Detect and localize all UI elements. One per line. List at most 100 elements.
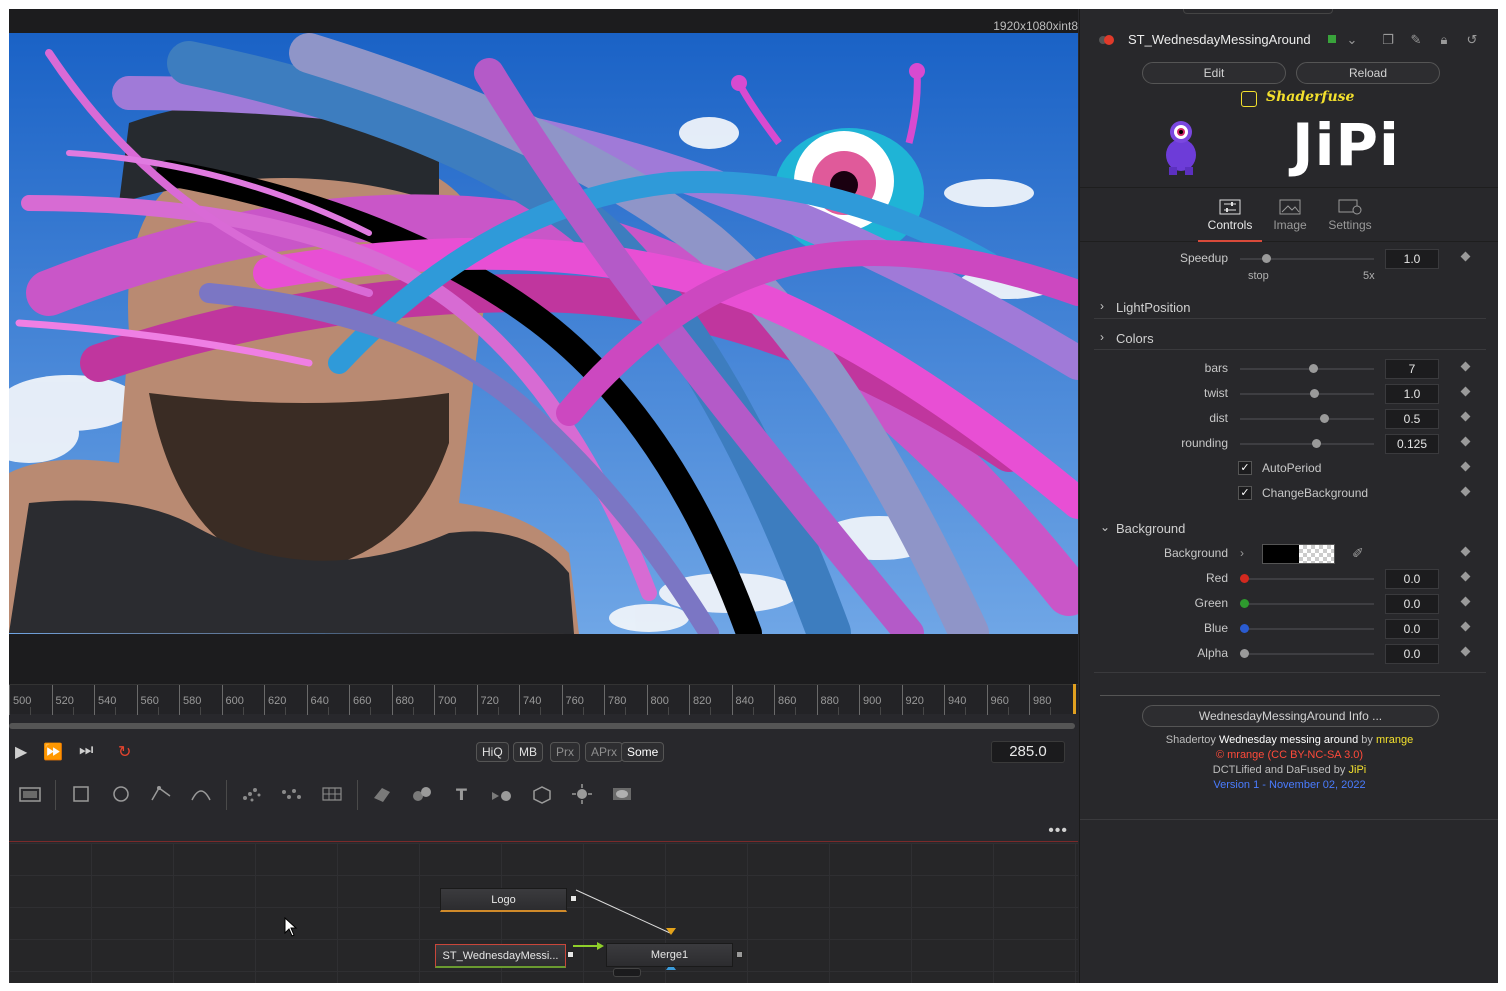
light-icon[interactable] bbox=[569, 782, 595, 806]
jipi-link[interactable]: JiPi bbox=[1349, 764, 1367, 776]
alpha-slider[interactable] bbox=[1240, 649, 1374, 658]
viewer-image[interactable] bbox=[9, 33, 1078, 634]
rounding-value[interactable]: 0.125 bbox=[1385, 434, 1439, 454]
reload-button[interactable]: Reload bbox=[1296, 62, 1440, 84]
red-slider[interactable] bbox=[1240, 574, 1374, 583]
slider-knob[interactable] bbox=[1310, 389, 1319, 398]
motion-blur-toggle[interactable]: MB bbox=[513, 742, 543, 762]
bars-value[interactable]: 7 bbox=[1385, 359, 1439, 379]
tool-enable-toggle[interactable] bbox=[1104, 35, 1114, 45]
node-merge-output[interactable] bbox=[736, 951, 743, 958]
selective-update-toggle[interactable]: Some bbox=[621, 742, 665, 762]
node-merge[interactable]: Merge1 bbox=[606, 943, 733, 967]
keyframe-icon[interactable] bbox=[1460, 596, 1471, 607]
autoperiod-checkbox[interactable]: ✓ bbox=[1238, 461, 1252, 475]
reset-icon[interactable]: ↺ bbox=[1464, 32, 1480, 48]
version-link[interactable]: Version 1 - November 02, 2022 bbox=[1080, 779, 1498, 791]
go-to-end-icon[interactable]: ⏭ bbox=[79, 742, 93, 760]
background-tool-icon[interactable] bbox=[17, 782, 43, 806]
node-logo-output[interactable] bbox=[570, 895, 577, 902]
loop-icon[interactable]: ↻ bbox=[118, 742, 131, 762]
proxy-toggle[interactable]: Prx bbox=[550, 742, 580, 762]
red-value[interactable]: 0.0 bbox=[1385, 569, 1439, 589]
play-icon[interactable]: ▶ bbox=[15, 742, 27, 762]
keyframe-icon[interactable] bbox=[1460, 436, 1471, 447]
blue-slider[interactable] bbox=[1240, 624, 1374, 633]
particle-render-icon[interactable] bbox=[279, 782, 305, 806]
blue-value[interactable]: 0.0 bbox=[1385, 619, 1439, 639]
node-merge-mask-input[interactable] bbox=[613, 968, 641, 977]
speedup-value[interactable]: 1.0 bbox=[1385, 249, 1439, 269]
keyframe-icon[interactable] bbox=[1460, 621, 1471, 632]
rectangle-mask-icon[interactable] bbox=[68, 782, 94, 806]
slider-knob[interactable] bbox=[1240, 649, 1249, 658]
keyframe-icon[interactable] bbox=[1460, 251, 1471, 262]
versions-icon[interactable]: ❐ bbox=[1380, 32, 1396, 48]
green-slider[interactable] bbox=[1240, 599, 1374, 608]
section-light-position[interactable]: › LightPosition bbox=[1094, 295, 1486, 319]
shaderfuse-brand[interactable]: Shaderfuse bbox=[1266, 89, 1354, 105]
hiq-toggle[interactable]: HiQ bbox=[476, 742, 509, 762]
dist-slider[interactable] bbox=[1240, 414, 1374, 423]
tab-settings[interactable]: Settings bbox=[1320, 196, 1380, 232]
bspline-mask-icon[interactable] bbox=[188, 782, 214, 806]
ellipse-mask-icon[interactable] bbox=[108, 782, 134, 806]
lock-icon[interactable]: 🔒︎ bbox=[1436, 32, 1452, 48]
chevron-right-icon[interactable]: › bbox=[1240, 546, 1244, 560]
timeline-ruler[interactable]: 500 520 540 560 580 600 620 640 660 680 700 720 740 7… bbox=[9, 684, 1078, 715]
camera3d-icon[interactable] bbox=[489, 782, 515, 806]
imageplane3d-icon[interactable] bbox=[529, 782, 555, 806]
slider-knob[interactable] bbox=[1240, 574, 1249, 583]
keyframe-icon[interactable] bbox=[1460, 546, 1471, 557]
node-shader-output[interactable] bbox=[567, 951, 574, 958]
speedup-slider[interactable] bbox=[1240, 254, 1374, 263]
section-background[interactable]: ⌄ Background bbox=[1094, 516, 1486, 540]
bars-slider[interactable] bbox=[1240, 364, 1374, 373]
node-editor[interactable]: Logo ST_WednesdayMessi... Merge1 bbox=[9, 843, 1078, 983]
keyframe-icon[interactable] bbox=[1460, 411, 1471, 422]
author-link[interactable]: mrange bbox=[1376, 734, 1413, 746]
fast-forward-icon[interactable]: ⏩ bbox=[43, 742, 63, 762]
slider-knob[interactable] bbox=[1309, 364, 1318, 373]
tool-color-swatch[interactable] bbox=[1328, 35, 1336, 43]
polygon-mask-icon[interactable] bbox=[148, 782, 174, 806]
more-options-icon[interactable]: ••• bbox=[1048, 822, 1068, 840]
merge3d-icon[interactable] bbox=[409, 782, 435, 806]
twist-value[interactable]: 1.0 bbox=[1385, 384, 1439, 404]
particle-emitter-icon[interactable] bbox=[239, 782, 265, 806]
slider-knob[interactable] bbox=[1312, 439, 1321, 448]
license-link[interactable]: © mrange (CC BY-NC-SA 3.0) bbox=[1080, 749, 1498, 761]
node-shader[interactable]: ST_WednesdayMessi... bbox=[435, 944, 566, 968]
pixel-tool-icon[interactable] bbox=[319, 782, 345, 806]
rounding-slider[interactable] bbox=[1240, 439, 1374, 448]
slider-knob[interactable] bbox=[1240, 624, 1249, 633]
edit-button[interactable]: Edit bbox=[1142, 62, 1286, 84]
slider-knob[interactable] bbox=[1262, 254, 1271, 263]
dist-value[interactable]: 0.5 bbox=[1385, 409, 1439, 429]
tab-controls[interactable]: Controls bbox=[1198, 196, 1262, 242]
green-value[interactable]: 0.0 bbox=[1385, 594, 1439, 614]
slider-knob[interactable] bbox=[1320, 414, 1329, 423]
keyframe-icon[interactable] bbox=[1460, 461, 1471, 472]
keyframe-icon[interactable] bbox=[1460, 646, 1471, 657]
text3d-icon[interactable]: T bbox=[449, 782, 475, 806]
alpha-value[interactable]: 0.0 bbox=[1385, 644, 1439, 664]
auto-proxy-toggle[interactable]: APrx bbox=[585, 742, 624, 762]
current-frame-field[interactable]: 285.0 bbox=[991, 741, 1065, 763]
eyedropper-icon[interactable]: ✐ bbox=[1352, 545, 1364, 562]
keyframe-icon[interactable] bbox=[1460, 486, 1471, 497]
keyframe-icon[interactable] bbox=[1460, 361, 1471, 372]
twist-slider[interactable] bbox=[1240, 389, 1374, 398]
shape3d-icon[interactable] bbox=[369, 782, 395, 806]
background-color-swatch[interactable] bbox=[1262, 544, 1335, 564]
pin-icon[interactable]: ✎ bbox=[1408, 32, 1424, 48]
keyframe-icon[interactable] bbox=[1460, 571, 1471, 582]
renderer3d-icon[interactable] bbox=[609, 782, 635, 806]
node-logo[interactable]: Logo bbox=[440, 888, 567, 912]
chevron-down-icon[interactable]: ⌄ bbox=[1344, 32, 1360, 48]
playhead[interactable] bbox=[1073, 684, 1076, 714]
section-colors[interactable]: › Colors bbox=[1094, 326, 1486, 350]
inspector-grip[interactable] bbox=[1183, 9, 1333, 14]
timeline-scrollbar[interactable] bbox=[9, 723, 1075, 729]
tab-image[interactable]: Image bbox=[1260, 196, 1320, 232]
